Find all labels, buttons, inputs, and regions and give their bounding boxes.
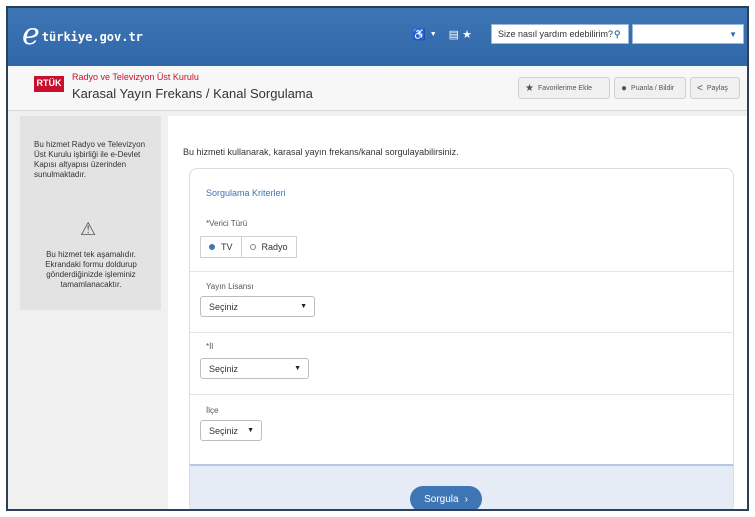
page-title: Karasal Yayın Frekans / Kanal Sorgulama xyxy=(72,86,313,101)
layout-star-icon[interactable]: ▤ ★ xyxy=(449,28,472,41)
il-label: *İl xyxy=(206,342,214,351)
intro-text: Bu hizmeti kullanarak, karasal yayın fre… xyxy=(183,147,459,157)
sorgula-button[interactable]: Sorgula › xyxy=(410,486,482,509)
divider xyxy=(190,394,733,395)
ilce-select[interactable]: Seçiniz ▼ xyxy=(200,420,262,441)
main-content: Bu hizmeti kullanarak, karasal yayın fre… xyxy=(168,116,747,509)
share-label: Paylaş xyxy=(706,84,728,92)
top-bar: e türkiye.gov.tr ♿ ▼ ▤ ★ Size nasıl yard… xyxy=(8,8,747,66)
institution-name[interactable]: Radyo ve Televizyon Üst Kurulu xyxy=(72,72,199,82)
verici-radio-group: TV Radyo xyxy=(200,236,297,258)
ilce-label: İlçe xyxy=(206,406,219,415)
radio-tv[interactable]: TV xyxy=(200,236,242,258)
rtuk-logo: RTÜK xyxy=(34,76,64,90)
single-step-text: Bu hizmet tek aşamalıdır. Ekrandaki form… xyxy=(45,250,137,289)
il-select[interactable]: Seçiniz ▼ xyxy=(200,358,309,379)
radio-unselected-icon xyxy=(249,244,256,250)
criteria-title: Sorgulama Kriterleri xyxy=(206,188,286,198)
radio-tv-label: TV xyxy=(221,242,233,252)
radio-selected-icon xyxy=(209,244,215,250)
yayin-lisansi-select[interactable]: Seçiniz ▼ xyxy=(200,296,315,317)
submit-area: Sorgula › xyxy=(190,464,733,509)
search-icon[interactable]: ⚲ xyxy=(614,29,628,40)
chevron-right-icon: › xyxy=(464,493,468,505)
service-header: RTÜK Radyo ve Televizyon Üst Kurulu Kara… xyxy=(8,66,747,111)
info-sidebar: Bu hizmet Radyo ve Televizyon Üst Kurulu… xyxy=(20,116,161,310)
star-icon: ★ xyxy=(525,82,534,94)
favorites-label: Favorilerime Ekle xyxy=(537,84,593,92)
browser-frame: e türkiye.gov.tr ♿ ▼ ▤ ★ Size nasıl yard… xyxy=(6,6,749,511)
rtuk-logo-underline xyxy=(34,89,64,92)
topbar-select[interactable]: ▼ xyxy=(632,24,744,44)
yayin-label: Yayın Lisansı xyxy=(206,282,254,291)
search-input[interactable]: Size nasıl yardım edebilirim? ⚲ xyxy=(491,24,629,44)
rate-label: Puanla / Bildir xyxy=(631,84,675,92)
radio-radyo[interactable]: Radyo xyxy=(241,236,297,258)
topbar-icons: ♿ ▼ ▤ ★ xyxy=(412,28,472,41)
query-form-card: Sorgulama Kriterleri *Verici Türü TV Rad… xyxy=(189,168,734,509)
share-button[interactable]: < Paylaş xyxy=(690,77,740,99)
service-info-text: Bu hizmet Radyo ve Televizyon Üst Kurulu… xyxy=(34,140,146,179)
radio-radyo-label: Radyo xyxy=(261,242,288,252)
e-logo-icon: e xyxy=(22,17,40,52)
chevron-down-icon: ▼ xyxy=(294,365,301,372)
divider xyxy=(190,332,733,333)
warning-icon: ⚠ xyxy=(80,219,97,239)
rate-button[interactable]: ● Puanla / Bildir xyxy=(614,77,686,99)
comment-icon: ● xyxy=(621,82,628,94)
logo-text: türkiye.gov.tr xyxy=(41,30,143,44)
divider xyxy=(190,271,733,272)
verici-label: *Verici Türü xyxy=(206,219,248,228)
search-placeholder: Size nasıl yardım edebilirim? xyxy=(498,29,614,39)
turkiye-gov-logo[interactable]: e türkiye.gov.tr xyxy=(22,17,143,52)
favorites-button[interactable]: ★ Favorilerime Ekle xyxy=(518,77,610,99)
accessibility-icon[interactable]: ♿ ▼ xyxy=(412,28,437,41)
chevron-down-icon: ▼ xyxy=(729,30,737,39)
chevron-down-icon: ▼ xyxy=(247,427,254,434)
yayin-value: Seçiniz xyxy=(209,301,239,312)
il-value: Seçiniz xyxy=(209,363,239,374)
ilce-value: Seçiniz xyxy=(209,425,239,436)
share-icon: < xyxy=(697,82,703,94)
submit-label: Sorgula xyxy=(424,493,459,505)
chevron-down-icon: ▼ xyxy=(300,303,307,310)
